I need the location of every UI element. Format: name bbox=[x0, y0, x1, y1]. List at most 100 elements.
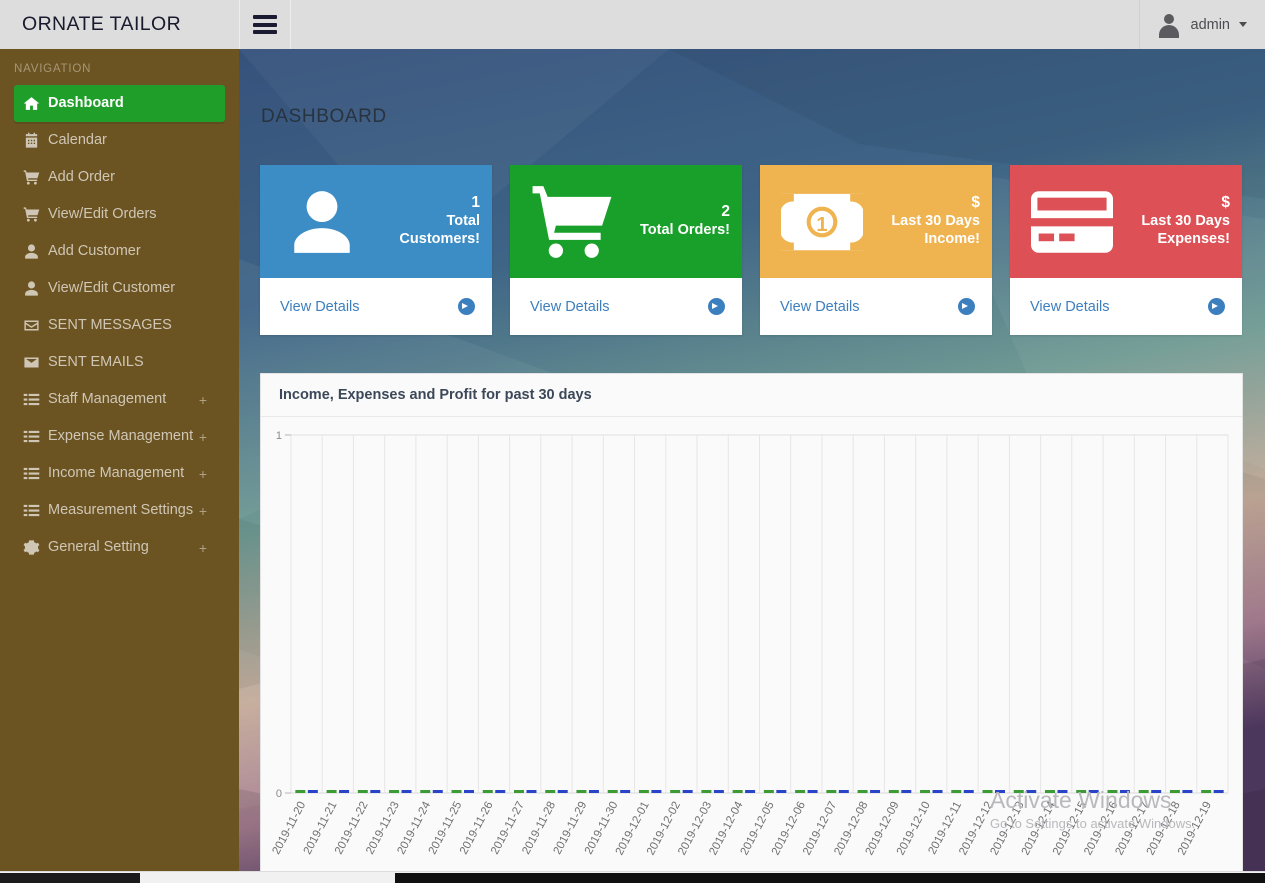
svg-text:1: 1 bbox=[816, 213, 827, 236]
list-icon bbox=[14, 465, 48, 482]
hamburger-bars bbox=[253, 12, 277, 38]
sidebar-item-view-edit-customer[interactable]: View/Edit Customer bbox=[14, 270, 225, 307]
view-details-link[interactable]: View Details bbox=[1010, 278, 1242, 335]
scrollbar-thumb[interactable] bbox=[0, 873, 140, 883]
expand-plus-icon[interactable]: + bbox=[199, 466, 207, 482]
view-details-label: View Details bbox=[1030, 298, 1110, 315]
horizontal-scrollbar[interactable] bbox=[0, 871, 1265, 883]
scrollbar-track[interactable] bbox=[395, 873, 1265, 883]
sidebar-navigation: NAVIGATION Dashboard Calendar Add Order Vie… bbox=[0, 49, 239, 883]
user-name-label: admin bbox=[1190, 16, 1231, 33]
sidebar-item-label: Expense Management bbox=[48, 428, 194, 445]
sidebar-item-view-edit-orders[interactable]: View/Edit Orders bbox=[14, 196, 225, 233]
expand-plus-icon[interactable]: + bbox=[199, 540, 207, 556]
view-details-label: View Details bbox=[530, 298, 610, 315]
sidebar-item-income-management[interactable]: Income Management + bbox=[14, 455, 225, 492]
sidebar-item-expense-management[interactable]: Expense Management + bbox=[14, 418, 225, 455]
sidebar-item-label: Income Management bbox=[48, 465, 185, 482]
user-icon bbox=[270, 185, 374, 259]
stat-card-body: $ Last 30 Days Expenses! bbox=[1010, 165, 1242, 278]
chevron-down-icon bbox=[1239, 22, 1247, 27]
stat-card-text: $ Last 30 Days Expenses! bbox=[1124, 194, 1230, 248]
sidebar-item-list: Dashboard Calendar Add Order View/Edit Orde… bbox=[0, 85, 239, 566]
stat-card: 1 $ Last 30 Days Income! View Details bbox=[760, 165, 992, 335]
calendar-icon bbox=[14, 132, 48, 149]
envelope-open-icon bbox=[14, 317, 48, 334]
stat-card-caption: Total Customers! bbox=[399, 213, 480, 247]
cart-icon bbox=[520, 179, 624, 265]
user-menu[interactable]: admin bbox=[1138, 0, 1265, 49]
header-spacer bbox=[291, 0, 1139, 49]
view-details-label: View Details bbox=[780, 298, 860, 315]
sidebar-item-sent-messages[interactable]: SENT MESSAGES bbox=[14, 307, 225, 344]
sidebar-item-label: Add Order bbox=[48, 169, 115, 186]
arrow-circle-right-icon bbox=[958, 298, 975, 315]
sidebar-item-add-customer[interactable]: Add Customer bbox=[14, 233, 225, 270]
sidebar-item-label: General Setting bbox=[48, 539, 149, 556]
svg-text:1: 1 bbox=[276, 430, 282, 442]
stat-card-text: 2 Total Orders! bbox=[624, 203, 730, 240]
svg-text:2019-12-19: 2019-12-19 bbox=[1176, 800, 1214, 858]
stat-card-value: $ bbox=[971, 194, 980, 212]
user-avatar-icon bbox=[1156, 12, 1182, 38]
top-header-bar: ORNATE TAILOR admin bbox=[0, 0, 1265, 49]
sidebar-item-dashboard[interactable]: Dashboard bbox=[14, 85, 225, 122]
stat-card-caption: Total Orders! bbox=[640, 222, 730, 239]
view-details-link[interactable]: View Details bbox=[260, 278, 492, 335]
sidebar-item-label: Measurement Settings bbox=[48, 502, 194, 519]
stat-card-value: 1 bbox=[471, 194, 480, 212]
stat-card-text: $ Last 30 Days Income! bbox=[874, 194, 980, 248]
arrow-circle-right-icon bbox=[458, 298, 475, 315]
stat-card-caption: Last 30 Days Income! bbox=[891, 213, 980, 247]
expand-plus-icon[interactable]: + bbox=[199, 429, 207, 445]
stat-card-body: 1 Total Customers! bbox=[260, 165, 492, 278]
app-brand-title: ORNATE TAILOR bbox=[0, 0, 239, 49]
main-content-area: DASHBOARD 1 Total Customers! View Details 2… bbox=[239, 49, 1265, 883]
stat-card-caption: Last 30 Days Expenses! bbox=[1141, 213, 1230, 247]
list-icon bbox=[14, 502, 48, 519]
view-details-label: View Details bbox=[280, 298, 360, 315]
sidebar-item-label: Dashboard bbox=[48, 95, 124, 112]
stat-card-text: 1 Total Customers! bbox=[374, 194, 480, 248]
expand-plus-icon[interactable]: + bbox=[199, 392, 207, 408]
sidebar-item-general-setting[interactable]: General Setting + bbox=[14, 529, 225, 566]
sidebar-item-label: Staff Management bbox=[48, 391, 167, 408]
sidebar-item-label: SENT EMAILS bbox=[48, 354, 144, 371]
list-icon bbox=[14, 428, 48, 445]
stat-card: $ Last 30 Days Expenses! View Details bbox=[1010, 165, 1242, 335]
chart-canvas[interactable]: 1 0 2019-11-20 2019-11-21 2019-11-22 2019-11-… bbox=[261, 417, 1242, 883]
sidebar-item-calendar[interactable]: Calendar bbox=[14, 122, 225, 159]
chart-title: Income, Expenses and Profit for past 30 … bbox=[261, 374, 1242, 417]
stat-card-row: 1 Total Customers! View Details 2 Total Orde… bbox=[239, 128, 1265, 335]
arrow-circle-right-icon bbox=[1208, 298, 1225, 315]
envelope-icon bbox=[14, 354, 48, 371]
sidebar-item-label: Calendar bbox=[48, 132, 107, 149]
sidebar-item-staff-management[interactable]: Staff Management + bbox=[14, 381, 225, 418]
view-details-link[interactable]: View Details bbox=[510, 278, 742, 335]
stat-card: 1 Total Customers! View Details bbox=[260, 165, 492, 335]
cart-icon bbox=[14, 206, 48, 223]
svg-text:0: 0 bbox=[276, 788, 282, 800]
sidebar-section-title: NAVIGATION bbox=[14, 63, 92, 75]
list-icon bbox=[14, 391, 48, 408]
sidebar-item-add-order[interactable]: Add Order bbox=[14, 159, 225, 196]
sidebar-item-label: Add Customer bbox=[48, 243, 141, 260]
sidebar-item-sent-emails[interactable]: SENT EMAILS bbox=[14, 344, 225, 381]
stat-card-value: 2 bbox=[721, 203, 730, 221]
cart-icon bbox=[14, 169, 48, 186]
stat-card-body: 1 $ Last 30 Days Income! bbox=[760, 165, 992, 278]
hamburger-icon[interactable] bbox=[239, 0, 291, 49]
sidebar-item-label: SENT MESSAGES bbox=[48, 317, 172, 334]
sidebar-item-label: View/Edit Orders bbox=[48, 206, 157, 223]
stat-card-value: $ bbox=[1221, 194, 1230, 212]
sidebar-item-label: View/Edit Customer bbox=[48, 280, 176, 297]
expand-plus-icon[interactable]: + bbox=[199, 503, 207, 519]
chart-panel: Income, Expenses and Profit for past 30 … bbox=[260, 373, 1243, 883]
sidebar-item-measurement-settings[interactable]: Measurement Settings + bbox=[14, 492, 225, 529]
view-details-link[interactable]: View Details bbox=[760, 278, 992, 335]
money-bill-icon: 1 bbox=[770, 191, 874, 253]
stat-card-body: 2 Total Orders! bbox=[510, 165, 742, 278]
home-icon bbox=[14, 95, 48, 112]
stat-card: 2 Total Orders! View Details bbox=[510, 165, 742, 335]
user-icon bbox=[14, 243, 48, 260]
